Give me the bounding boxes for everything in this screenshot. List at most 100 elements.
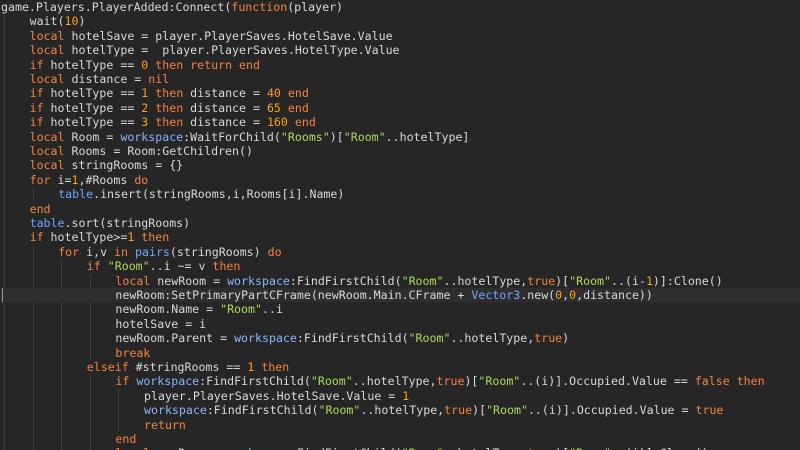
code-text: local Rooms = Room:GetChildren() xyxy=(30,144,253,158)
code-token: distance = xyxy=(183,115,267,130)
code-line[interactable]: workspace:FindFirstChild("Room"..hotelTy… xyxy=(0,403,800,417)
code-token: hotelType == xyxy=(43,86,142,101)
code-token: end xyxy=(287,100,309,115)
code-text: end xyxy=(115,432,136,446)
code-token: (stringRooms) xyxy=(169,244,268,259)
code-token: player.PlayerSaves.HotelSave.Value = xyxy=(144,388,403,403)
code-token: then xyxy=(141,230,170,245)
code-line[interactable]: newRoom.Name = "Room"..i xyxy=(0,302,800,316)
code-line[interactable]: end xyxy=(0,202,800,216)
code-token: ..(i)].Occupied.Value = xyxy=(527,403,696,418)
code-token: "Room" xyxy=(401,273,444,288)
code-line[interactable]: if hotelType == 3 then distance = 160 en… xyxy=(0,115,800,129)
code-line[interactable]: local hotelSave = player.PlayerSaves.Hot… xyxy=(0,29,800,43)
code-token: 1 xyxy=(402,388,410,403)
code-line-current[interactable]: newRoom:SetPrimaryPartCFrame(newRoom.Mai… xyxy=(0,288,800,303)
code-text: if hotelType == 2 then distance = 65 end xyxy=(30,101,309,115)
code-line[interactable]: if workspace:FindFirstChild("Room"..hote… xyxy=(0,374,800,388)
code-line[interactable]: if hotelType == 0 then return end xyxy=(0,58,800,72)
code-token: hotelSave = i xyxy=(115,316,207,331)
code-text: if hotelType == 3 then distance = 160 en… xyxy=(30,115,316,129)
code-token: 160 xyxy=(266,115,288,130)
code-token: if xyxy=(29,230,44,245)
code-line[interactable]: table.sort(stringRooms) xyxy=(0,216,800,230)
code-line[interactable]: local newRoom = workspace:FindFirstChild… xyxy=(0,446,800,450)
code-line[interactable]: local stringRooms = {} xyxy=(0,158,800,172)
code-line[interactable]: if hotelType == 1 then distance = 40 end xyxy=(0,86,800,100)
code-token: pairs xyxy=(135,244,170,259)
code-token: table xyxy=(58,187,94,202)
code-token: i,v xyxy=(79,244,115,259)
code-line[interactable]: player.PlayerSaves.HotelSave.Value = 1 xyxy=(0,389,800,403)
code-token: "Room" xyxy=(343,129,386,144)
code-text: table.insert(stringRooms,i,Rooms[i].Name… xyxy=(58,187,344,201)
code-token: if xyxy=(115,374,130,389)
code-token: end xyxy=(29,201,51,216)
code-token: local xyxy=(29,72,65,86)
code-token: nil xyxy=(148,72,170,86)
code-line[interactable]: for i=1,#Rooms do xyxy=(0,173,800,187)
code-text: table.sort(stringRooms) xyxy=(30,216,191,230)
code-token: )]:Clone() xyxy=(652,273,723,288)
code-token: workspace xyxy=(227,446,290,450)
code-line[interactable]: table.insert(stringRooms,i,Rooms[i].Name… xyxy=(0,187,800,201)
code-line[interactable]: return xyxy=(0,418,800,432)
code-line[interactable]: break xyxy=(0,346,800,360)
code-line[interactable]: elseif #stringRooms == 1 then xyxy=(0,360,800,374)
code-token: :FindFirstChild( xyxy=(289,273,402,288)
code-token: local xyxy=(29,144,65,158)
code-text: if "Room"..i ~= v then xyxy=(87,259,241,273)
code-token: Room = xyxy=(64,129,121,144)
code-token: ..hotelType, xyxy=(360,403,445,418)
code-text: if hotelType == 0 then return end xyxy=(30,58,260,72)
code-line[interactable]: local newRoom = workspace:FindFirstChild… xyxy=(0,274,800,288)
code-token: then xyxy=(212,259,241,274)
code-token: true xyxy=(527,446,555,450)
code-line[interactable]: wait(10) xyxy=(0,14,800,28)
code-token: stringRooms = {} xyxy=(64,158,184,173)
code-text: local distance = nil xyxy=(30,72,170,86)
code-line[interactable]: hotelSave = i xyxy=(0,317,800,331)
code-line[interactable]: local hotelType = player.PlayerSaves.Hot… xyxy=(0,43,800,57)
code-line[interactable]: game.Players.PlayerAdded:Connect(functio… xyxy=(0,0,800,14)
code-text: for i,v in pairs(stringRooms) do xyxy=(58,245,281,259)
code-token: "Room" xyxy=(107,259,150,274)
code-line[interactable]: local distance = nil xyxy=(0,72,800,86)
code-token: then xyxy=(155,115,184,130)
code-line[interactable]: newRoom.Parent = workspace:FindFirstChil… xyxy=(0,331,800,345)
code-token: hotelType>= xyxy=(43,230,128,245)
code-line[interactable]: if hotelType == 2 then distance = 65 end xyxy=(0,101,800,115)
text-cursor xyxy=(2,288,3,303)
code-text: hotelSave = i xyxy=(115,317,206,331)
code-line[interactable]: local Room = workspace:WaitForChild("Roo… xyxy=(0,130,800,144)
code-token: :FindFirstChild( xyxy=(206,403,319,418)
code-token: )[ xyxy=(464,374,479,389)
code-token: do xyxy=(134,172,149,187)
code-line[interactable]: if hotelType>=1 then xyxy=(0,230,800,244)
code-token: do xyxy=(267,244,282,259)
code-token: ..i ~= v xyxy=(149,259,213,274)
code-token: false xyxy=(694,374,730,389)
code-text: local newRoom = workspace:FindFirstChild… xyxy=(115,446,708,450)
code-token: local xyxy=(29,28,65,43)
code-editor[interactable]: game.Players.PlayerAdded:Connect(functio… xyxy=(0,0,800,450)
code-token: if xyxy=(29,115,44,130)
code-token: newRoom = xyxy=(150,273,228,288)
code-line[interactable]: for i,v in pairs(stringRooms) do xyxy=(0,245,800,259)
code-token: return xyxy=(144,417,186,432)
code-token: break xyxy=(115,345,151,360)
code-text: if hotelType>=1 then xyxy=(30,230,170,244)
code-line[interactable]: local Rooms = Room:GetChildren() xyxy=(0,144,800,158)
code-token: end xyxy=(287,86,309,101)
code-token: game.Players.PlayerAdded:Connect( xyxy=(1,0,232,14)
code-token: ..hotelType, xyxy=(450,331,535,346)
code-token: .insert(stringRooms,i,Rooms[i].Name) xyxy=(93,187,345,202)
code-token: :FindFirstChild( xyxy=(296,331,409,346)
code-text: local hotelType = player.PlayerSaves.Hot… xyxy=(30,43,400,57)
code-line[interactable]: end xyxy=(0,432,800,446)
code-line[interactable]: if "Room"..i ~= v then xyxy=(0,259,800,273)
code-token: ..hotelType] xyxy=(385,129,470,144)
code-token: )[ xyxy=(555,273,570,288)
code-token: :FindFirstChild( xyxy=(199,374,311,389)
